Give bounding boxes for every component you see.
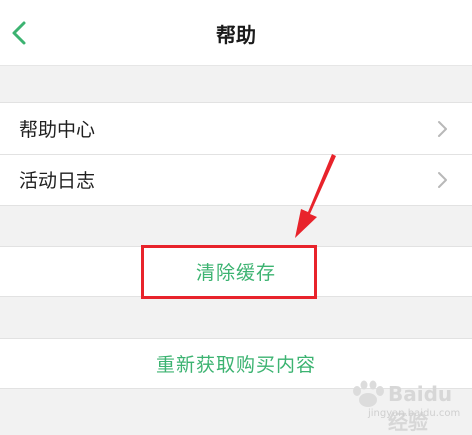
clear-cache-button[interactable]: 清除缓存 <box>0 246 472 297</box>
page-title: 帮助 <box>216 22 256 47</box>
chevron-right-icon <box>438 171 447 188</box>
restore-purchases-label: 重新获取购买内容 <box>155 354 316 376</box>
menu-item-label: 活动日志 <box>19 170 96 192</box>
menu-item-help-center[interactable]: 帮助中心 <box>0 103 472 154</box>
chevron-right-icon <box>438 120 447 137</box>
menu-item-label: 帮助中心 <box>19 119 96 141</box>
watermark-brand: Baidu经验 <box>388 382 453 434</box>
help-menu-group: 帮助中心 活动日志 <box>0 102 472 206</box>
navigation-bar: 帮助 <box>0 0 472 66</box>
restore-purchases-button[interactable]: 重新获取购买内容 <box>0 338 472 389</box>
menu-item-activity-log[interactable]: 活动日志 <box>0 154 472 205</box>
clear-cache-label: 清除缓存 <box>195 262 276 284</box>
watermark-url: jingyan.baidu.com <box>368 408 461 419</box>
